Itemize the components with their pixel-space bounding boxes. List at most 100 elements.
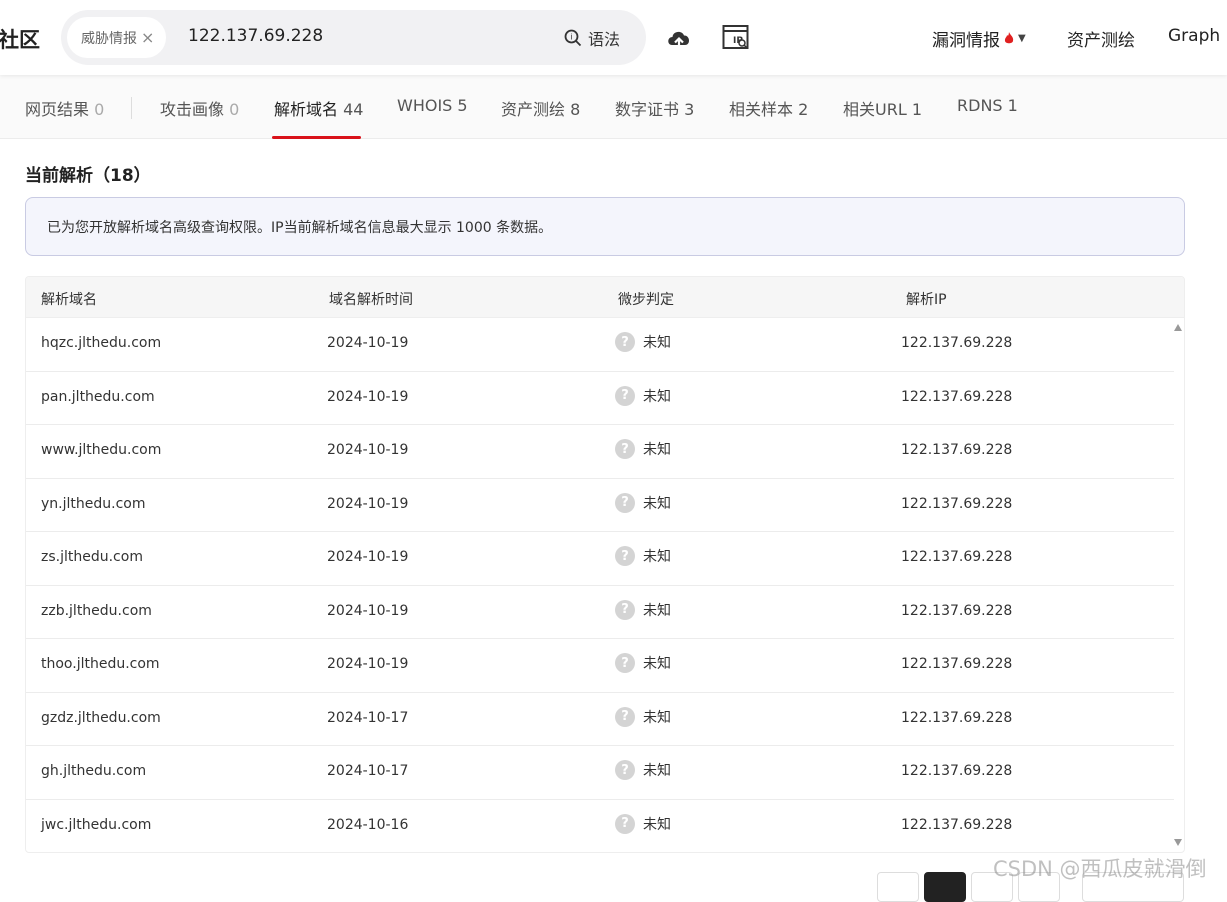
resolve-time-cell: 2024-10-17 bbox=[327, 709, 409, 726]
verdict-label: 未知 bbox=[643, 816, 671, 833]
table-row[interactable]: jwc.jlthedu.com 2024-10-16? 未知 122.137.69.2… bbox=[26, 800, 1174, 853]
search-type-chip[interactable]: 威胁情报 × bbox=[67, 17, 167, 58]
upload-cloud-icon[interactable] bbox=[665, 24, 693, 52]
table-row[interactable]: www.jlthedu.com 2024-10-19 ? 未知 122.137.69.2… bbox=[26, 425, 1174, 479]
tab-label: 网页结果 bbox=[25, 100, 90, 119]
ip-cell[interactable]: 122.137.69.228 bbox=[901, 389, 1012, 405]
resolve-time-cell: 2024-10-19 bbox=[327, 495, 409, 512]
verdict-label: 未知 bbox=[643, 656, 671, 672]
ip-cell[interactable]: 122.137.69.228 bbox=[901, 496, 1012, 512]
search-icon: i bbox=[564, 29, 582, 47]
domain-cell[interactable]: gh.jlthedu.com bbox=[41, 763, 146, 779]
resolve-time-cell: 2024-10-19 bbox=[327, 602, 409, 619]
table-row[interactable]: pan.jlthedu.com 2024-10-19 ? 未知 122.137.69.2… bbox=[26, 372, 1174, 425]
verdict-cell: ? 未知 bbox=[615, 385, 671, 406]
tab-count: 44 bbox=[343, 100, 364, 119]
table-row[interactable]: gh.jlthedu.com 2024-10-17? 未知 122.137.69.22… bbox=[26, 746, 1174, 800]
resolve-time-cell: 2024-10-19 bbox=[327, 388, 409, 405]
domain-cell[interactable]: yn.jlthedu.com bbox=[41, 496, 145, 512]
table-row[interactable]: zs.jlthedu.com 2024-10-19? 未知 122.137.69.22… bbox=[26, 532, 1174, 586]
site-logo[interactable]: 社区 bbox=[0, 24, 40, 54]
unknown-question-icon: ? bbox=[615, 332, 635, 352]
unknown-question-icon: ? bbox=[615, 706, 635, 727]
verdict-label: 未知 bbox=[643, 549, 671, 565]
tab-certificates[interactable]: 数字证书 3 bbox=[615, 96, 694, 120]
domain-cell[interactable]: pan.jlthedu.com bbox=[41, 389, 155, 405]
column-header-verdict: 微步判定 bbox=[618, 292, 674, 308]
pagination-prev-button[interactable] bbox=[877, 872, 919, 902]
nav-asset-mapping[interactable]: 资产测绘 bbox=[1067, 26, 1135, 51]
ip-cell[interactable]: 122.137.69.228 bbox=[901, 335, 1012, 351]
nav-vuln-intel[interactable]: 漏洞情报 ▼ bbox=[932, 26, 1026, 51]
search-input[interactable]: 122.137.69.228 bbox=[188, 26, 323, 46]
domain-cell[interactable]: zs.jlthedu.com bbox=[41, 549, 143, 565]
table-row[interactable]: yn.jlthedu.com 2024-10-19? 未知 122.137.69.22… bbox=[26, 479, 1174, 532]
tab-label: WHOIS bbox=[397, 96, 453, 115]
tab-attack-profile[interactable]: 攻击画像 0 bbox=[160, 96, 239, 120]
tab-label: 资产测绘 bbox=[501, 100, 566, 119]
pagination-page-1[interactable] bbox=[924, 872, 966, 902]
tab-related-url[interactable]: 相关URL 1 bbox=[843, 96, 922, 120]
permission-notice: 已为您开放解析域名高级查询权限。IP当前解析域名信息最大显示 1000 条数据。 bbox=[25, 197, 1185, 256]
table-row[interactable]: thoo.jlthedu.com 2024-10-19? 未知 122.137.69.… bbox=[26, 639, 1174, 693]
unknown-question-icon: ? bbox=[615, 813, 635, 834]
table-row[interactable]: zzb.jlthedu.com 2024-10-19 ? 未知 122.137.69.2… bbox=[26, 586, 1174, 639]
nav-graph[interactable]: Graph bbox=[1168, 26, 1220, 46]
search-bar[interactable]: 威胁情报 × 122.137.69.228 i 语法 bbox=[61, 10, 646, 65]
resolve-time-cell: 2024-10-16 bbox=[327, 816, 409, 833]
verdict-cell: ? 未知 bbox=[615, 439, 671, 459]
section-title: 当前解析（18） bbox=[25, 166, 151, 186]
tab-related-samples[interactable]: 相关样本 2 bbox=[729, 96, 808, 120]
ip-cell[interactable]: 122.137.69.228 bbox=[901, 603, 1012, 619]
ip-cell[interactable]: 122.137.69.228 bbox=[901, 817, 1012, 833]
ip-cell[interactable]: 122.137.69.228 bbox=[901, 656, 1012, 672]
verdict-label: 未知 bbox=[643, 388, 671, 405]
tab-count: 1 bbox=[1007, 96, 1018, 115]
tab-label: 相关URL bbox=[843, 100, 907, 119]
resolved-domains-table: 解析域名 域名解析时间 微步判定 解析IP hqzc.jlthedu.com 20… bbox=[25, 276, 1185, 853]
verdict-cell: ? 未知 bbox=[615, 653, 671, 673]
syntax-button[interactable]: i 语法 bbox=[564, 26, 620, 50]
tab-count: 0 bbox=[94, 100, 105, 119]
tab-count: 8 bbox=[570, 100, 581, 119]
table-row[interactable]: gzdz.jlthedu.com 2024-10-17? 未知 122.137.69.… bbox=[26, 693, 1174, 746]
tab-web-results[interactable]: 网页结果 0 bbox=[25, 96, 104, 120]
verdict-cell: ? 未知 bbox=[615, 599, 671, 620]
column-header-domain: 解析域名 bbox=[41, 292, 97, 308]
domain-cell[interactable]: gzdz.jlthedu.com bbox=[41, 710, 161, 726]
tab-rdns[interactable]: RDNS 1 bbox=[957, 96, 1018, 115]
chip-close-icon[interactable]: × bbox=[141, 28, 154, 47]
resolve-time-cell: 2024-10-17 bbox=[327, 763, 409, 779]
ip-cell[interactable]: 122.137.69.228 bbox=[901, 549, 1012, 565]
resolve-time-cell: 2024-10-19 bbox=[327, 442, 409, 458]
ip-cell[interactable]: 122.137.69.228 bbox=[901, 710, 1012, 726]
table-scrollbar[interactable] bbox=[1172, 318, 1184, 852]
flame-icon bbox=[1004, 32, 1014, 44]
tab-count: 1 bbox=[911, 100, 923, 119]
domain-cell[interactable]: jwc.jlthedu.com bbox=[41, 817, 151, 833]
verdict-label: 未知 bbox=[643, 709, 671, 726]
domain-cell[interactable]: thoo.jlthedu.com bbox=[41, 656, 160, 672]
verdict-label: 未知 bbox=[643, 763, 671, 779]
table-row[interactable]: hqzc.jlthedu.com 2024-10-19? 未知 122.137.69.… bbox=[26, 318, 1174, 372]
domain-cell[interactable]: zzb.jlthedu.com bbox=[41, 603, 152, 619]
nav-vuln-intel-label: 漏洞情报 bbox=[932, 31, 1000, 51]
scroll-up-arrow-icon[interactable] bbox=[1174, 324, 1182, 331]
verdict-label: 未知 bbox=[643, 495, 671, 512]
chevron-down-icon: ▼ bbox=[1018, 33, 1026, 44]
tab-whois[interactable]: WHOIS 5 bbox=[397, 96, 468, 115]
top-header: 社区 威胁情报 × 122.137.69.228 i 语法 IP 漏洞情报 ▼ … bbox=[0, 0, 1227, 75]
tab-resolved-domains[interactable]: 解析域名 44 bbox=[274, 96, 363, 120]
ip-cell[interactable]: 122.137.69.228 bbox=[901, 763, 1012, 779]
domain-cell[interactable]: www.jlthedu.com bbox=[41, 442, 161, 458]
ip-cell[interactable]: 122.137.69.228 bbox=[901, 442, 1012, 458]
table-header: 解析域名 域名解析时间 微步判定 解析IP bbox=[26, 277, 1184, 318]
ip-lookup-icon[interactable]: IP bbox=[722, 24, 750, 52]
tab-label: 数字证书 bbox=[615, 100, 680, 119]
domain-cell[interactable]: hqzc.jlthedu.com bbox=[41, 335, 161, 351]
resolve-time-cell: 2024-10-19 bbox=[327, 549, 409, 565]
tab-asset-mapping[interactable]: 资产测绘 8 bbox=[501, 96, 580, 120]
verdict-cell: ? 未知 bbox=[615, 760, 671, 780]
unknown-question-icon: ? bbox=[615, 760, 635, 780]
scroll-down-arrow-icon[interactable] bbox=[1174, 839, 1182, 846]
